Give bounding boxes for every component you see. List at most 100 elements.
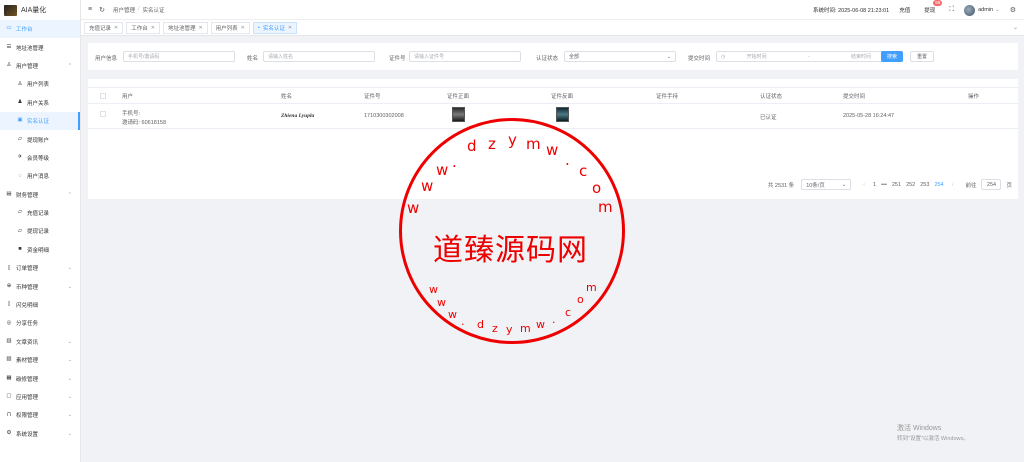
fullscreen-icon[interactable]: ⛶	[949, 6, 954, 14]
page-size-select[interactable]: 10条/页 ⌄	[801, 179, 852, 190]
close-icon[interactable]: ✕	[151, 25, 155, 31]
withdraw-link[interactable]: 提现 99	[924, 0, 943, 14]
close-icon[interactable]: ✕	[241, 25, 245, 31]
user-info-input[interactable]: 手机号/邀请码	[123, 51, 235, 62]
app-logo[interactable]: AIA量化	[0, 0, 80, 20]
chevron-down-icon[interactable]: ⌄	[1013, 24, 1018, 31]
user-menu[interactable]: admin ⌄	[964, 4, 1000, 16]
sidebar-item-orders[interactable]: ▯ 订单管理 ⌄	[0, 259, 80, 277]
page-number[interactable]: 253	[920, 182, 929, 188]
folder-icon: ▱	[17, 209, 23, 216]
sidebar-item-maintenance[interactable]: ▦ 碳修管理 ⌄	[0, 369, 80, 387]
column-header-id-hand: 证件手持	[656, 94, 679, 100]
user-info-label: 用户信息	[95, 56, 118, 62]
date-range-picker[interactable]: ◷ 开始时间 - 结束时间	[716, 51, 896, 62]
sidebar-item-dashboard[interactable]: ▭ 工作台	[0, 20, 80, 39]
chevron-down-icon: ⌄	[67, 283, 72, 290]
close-icon[interactable]: ✕	[288, 25, 292, 31]
prev-page-icon[interactable]: ‹	[863, 182, 865, 188]
column-header-name: 姓名	[281, 94, 293, 100]
sidebar-item-apps[interactable]: ▢ 应用管理 ⌄	[0, 388, 80, 406]
status-select[interactable]: 全部 ⌄	[564, 51, 676, 62]
search-button[interactable]: 搜索	[881, 51, 904, 62]
column-header-user: 用户	[122, 94, 134, 100]
status-text: 已认证	[760, 115, 777, 121]
close-icon[interactable]: ✕	[114, 25, 118, 31]
page-number[interactable]: 251	[892, 182, 901, 188]
id-number-input[interactable]: 请输入证件号	[409, 51, 521, 62]
sidebar-item-withdraw-records[interactable]: ▱ 提现记录	[0, 222, 80, 240]
id-back-image[interactable]	[556, 107, 569, 122]
article-icon: ▥	[6, 338, 12, 345]
user-name: Zhiena Lyupla	[281, 113, 315, 119]
sidebar-item-label: 用户管理	[16, 63, 39, 70]
refresh-icon[interactable]: ↻	[99, 6, 105, 14]
windows-activation-subtitle: 转到"设置"以激活 Windows。	[897, 436, 969, 442]
chevron-up-icon: ⌃	[67, 191, 72, 198]
folder-icon: ▱	[17, 227, 23, 234]
sidebar-item-currency[interactable]: ⊕ 币种管理 ⌄	[0, 277, 80, 295]
reset-button[interactable]: 重置	[910, 51, 935, 62]
column-header-id-number: 证件号	[364, 94, 381, 100]
page-number[interactable]: 1	[873, 182, 876, 188]
sidebar-item-user-list[interactable]: ♙ 用户列表	[0, 75, 80, 93]
watermark-letter: .	[461, 315, 465, 328]
sidebar-item-flash-exchange[interactable]: ▯ 闪兑明细	[0, 296, 80, 314]
watermark-letter: w	[437, 296, 446, 309]
sidebar-item-settings[interactable]: ⚙ 系统设置 ⌄	[0, 425, 80, 443]
status-value: 全部	[569, 54, 580, 60]
breadcrumb-item[interactable]: 用户管理	[113, 6, 135, 14]
sidebar-item-user-relations[interactable]: ♟ 用户关系	[0, 94, 80, 112]
id-front-image[interactable]	[452, 107, 465, 122]
page-number[interactable]: 252	[906, 182, 915, 188]
sidebar-item-user-management[interactable]: ♙ 用户管理 ⌃	[0, 57, 80, 75]
chevron-down-icon: ⌄	[841, 181, 847, 188]
sidebar-item-real-name-auth[interactable]: ▣ 实名认证	[0, 111, 80, 131]
sidebar-item-user-messages[interactable]: ◌ 用户消息	[0, 167, 80, 185]
settings-icon[interactable]: ⚙	[1010, 6, 1016, 14]
sidebar-item-permissions[interactable]: ⊓ 权限管理 ⌄	[0, 406, 80, 424]
sidebar-item-label: 文章资讯	[16, 339, 39, 346]
people-icon: ♟	[17, 99, 23, 105]
next-page-icon[interactable]: ›	[952, 182, 954, 188]
sidebar-item-finance[interactable]: ▤ 财务管理 ⌃	[0, 186, 80, 204]
tab-user-list[interactable]: 用户列表 ✕	[210, 21, 250, 34]
end-time-input[interactable]: 结束时间	[851, 53, 871, 60]
recharge-link[interactable]: 充值	[899, 6, 910, 14]
page-size-value: 10条/页	[806, 182, 825, 189]
id-number-label: 证件号	[389, 56, 406, 62]
sidebar-item-member-level[interactable]: ✈ 会员等级	[0, 149, 80, 167]
wallet-icon: ■	[18, 246, 22, 253]
close-icon[interactable]: ✕	[198, 25, 202, 31]
submit-time: 2025-05-28 16:24:47	[843, 113, 895, 119]
page-ellipsis[interactable]: •••	[881, 182, 887, 188]
column-header-submit-time: 提交时间	[843, 94, 866, 100]
sidebar-item-label: 碳修管理	[16, 376, 39, 383]
sidebar-item-withdraw-account[interactable]: ▱ 提现账户	[0, 130, 80, 148]
tab-real-name-auth[interactable]: • 实名认证 ✕	[252, 21, 298, 34]
row-checkbox[interactable]	[100, 111, 106, 117]
sidebar-item-label: 币种管理	[16, 284, 39, 291]
name-label: 姓名	[247, 56, 259, 62]
sidebar-item-fund-details[interactable]: ■ 资金明细	[0, 241, 80, 259]
tab-address-pool[interactable]: 地址池管理 ✕	[162, 21, 208, 34]
select-all-checkbox[interactable]	[100, 93, 106, 99]
sidebar-item-label: 用户列表	[27, 82, 50, 89]
order-icon: ▯	[7, 264, 11, 271]
sidebar-item-recharge-records[interactable]: ▱ 充值记录	[0, 204, 80, 222]
start-time-input[interactable]: 开始时间	[747, 53, 767, 60]
sidebar-item-address-pool[interactable]: ☰ 地址池管理	[0, 38, 80, 56]
goto-page-input[interactable]: 254	[981, 179, 1002, 190]
column-header-id-front: 证件正面	[447, 94, 470, 100]
sidebar-item-articles[interactable]: ▥ 文章资讯 ⌄	[0, 333, 80, 351]
sidebar-item-materials[interactable]: ▨ 素材管理 ⌄	[0, 351, 80, 369]
sidebar-item-share-tasks[interactable]: ◎ 分享任务	[0, 314, 80, 332]
tab-dashboard[interactable]: 工作台 ✕	[126, 21, 160, 34]
page-number-current[interactable]: 254	[934, 182, 943, 188]
header-bottom-border	[88, 103, 1018, 104]
name-input[interactable]: 请输入姓名	[263, 51, 375, 62]
tab-recharge-records[interactable]: 充值记录 ✕	[84, 21, 124, 34]
menu-toggle-icon[interactable]: ≡	[88, 6, 92, 13]
monitor-icon: ▭	[6, 25, 12, 32]
app-icon: ▢	[6, 393, 12, 400]
